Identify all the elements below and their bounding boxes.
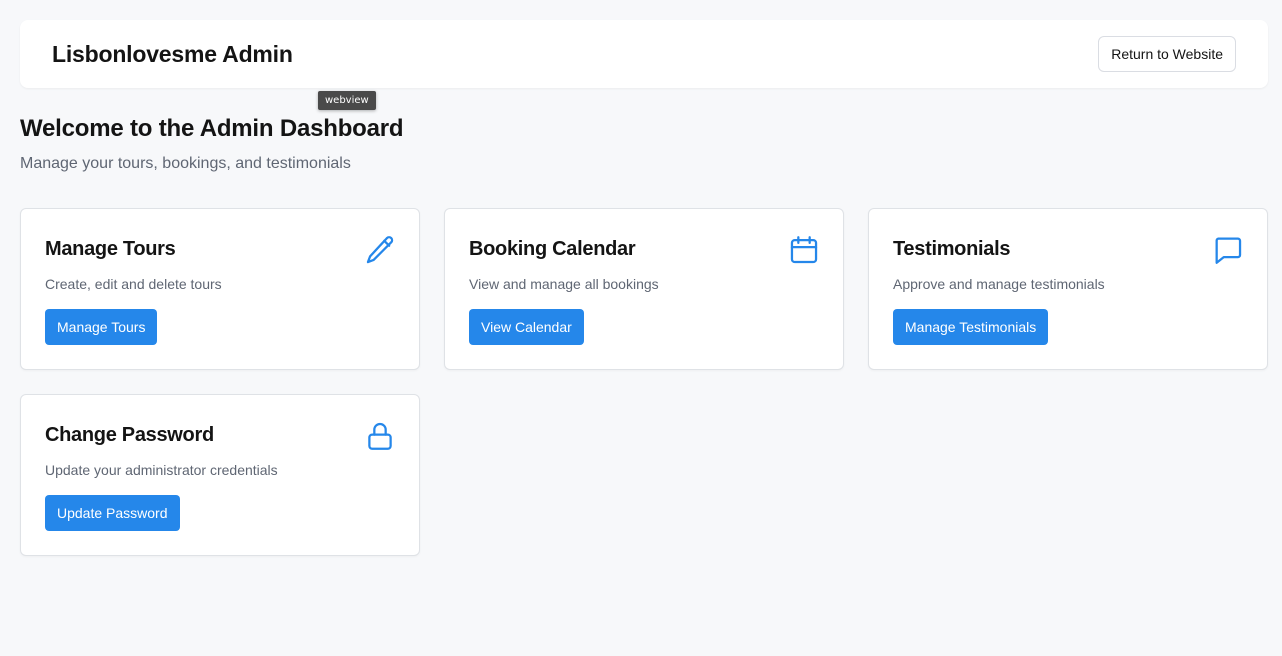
card-title: Manage Tours <box>45 238 176 260</box>
admin-header: Lisbonlovesme Admin Return to Website <box>20 20 1268 88</box>
view-calendar-button[interactable]: View Calendar <box>469 309 584 345</box>
page-title: Welcome to the Admin Dashboard <box>20 115 404 142</box>
change-password-card: Change Password Update your administrato… <box>20 394 420 556</box>
return-to-website-button[interactable]: Return to Website <box>1098 36 1236 72</box>
manage-testimonials-button[interactable]: Manage Testimonials <box>893 309 1049 345</box>
booking-calendar-card: Booking Calendar View and manage all boo… <box>444 208 844 370</box>
card-title: Change Password <box>45 424 214 446</box>
page-subtitle: Manage your tours, bookings, and testimo… <box>20 155 351 172</box>
lock-icon <box>363 419 397 453</box>
chat-bubble-icon <box>1211 233 1245 267</box>
update-password-button[interactable]: Update Password <box>45 495 180 531</box>
card-title: Booking Calendar <box>469 238 636 260</box>
card-title: Testimonials <box>893 238 1011 260</box>
calendar-icon <box>787 233 821 267</box>
app-title: Lisbonlovesme Admin <box>52 41 293 67</box>
card-description: View and manage all bookings <box>469 276 659 292</box>
card-description: Update your administrator credentials <box>45 462 278 478</box>
manage-tours-button[interactable]: Manage Tours <box>45 309 158 345</box>
card-description: Approve and manage testimonials <box>893 276 1105 292</box>
webview-tooltip: webview <box>318 91 376 110</box>
testimonials-card: Testimonials Approve and manage testimon… <box>868 208 1268 370</box>
card-description: Create, edit and delete tours <box>45 276 222 292</box>
pencil-icon <box>363 233 397 267</box>
manage-tours-card: Manage Tours Create, edit and delete tou… <box>20 208 420 370</box>
